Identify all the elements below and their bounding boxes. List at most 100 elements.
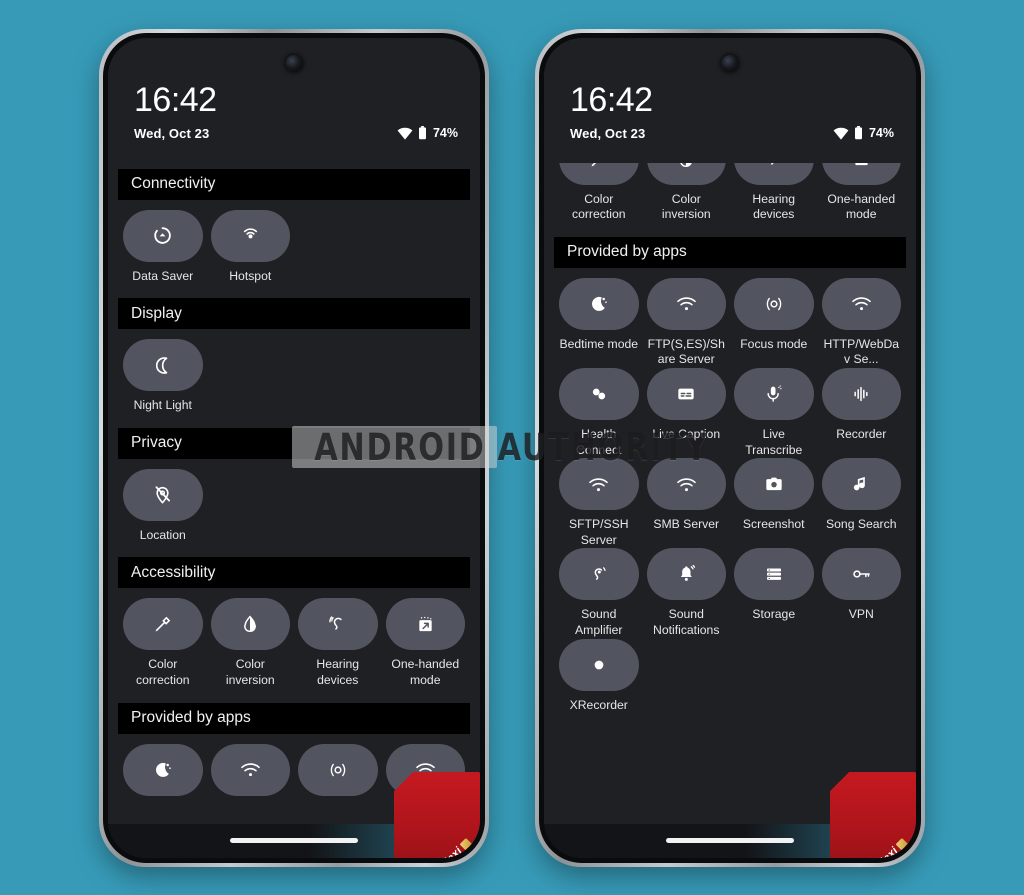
tile-empty bbox=[647, 639, 727, 714]
phone-left: 16:42 Wed, Oct 23 74% Connectivity Data … bbox=[99, 28, 489, 867]
home-indicator[interactable] bbox=[666, 838, 794, 843]
phones-stage: 16:42 Wed, Oct 23 74% Connectivity Data … bbox=[0, 0, 1024, 895]
tile-pill[interactable] bbox=[123, 209, 203, 262]
tile-live-transcribe[interactable]: Live Transcribe bbox=[734, 367, 814, 458]
tile-pill[interactable] bbox=[821, 367, 901, 420]
tile-pill[interactable] bbox=[385, 598, 465, 651]
tile-pill[interactable] bbox=[210, 598, 290, 651]
tile-pill[interactable] bbox=[123, 743, 203, 796]
tile-pill[interactable] bbox=[646, 277, 726, 330]
tile-sftp-ssh-server[interactable]: SFTP/SSH Server bbox=[559, 458, 639, 548]
tile-pill[interactable] bbox=[821, 277, 901, 330]
tile-pill[interactable] bbox=[298, 598, 378, 651]
tile-pill[interactable] bbox=[734, 367, 814, 420]
tile-ftp-share-server[interactable]: FTP(S,ES)/Share Server bbox=[646, 277, 726, 368]
tile-label: Recorder bbox=[836, 426, 887, 441]
contrast-droplet-icon bbox=[240, 614, 260, 634]
camera-icon bbox=[764, 474, 784, 494]
tile-pill[interactable] bbox=[821, 458, 901, 511]
tile-pill[interactable] bbox=[559, 548, 639, 601]
tile-pill[interactable] bbox=[559, 638, 639, 691]
tile-label: HTTP/WebDav Se... bbox=[823, 336, 900, 367]
eyedropper-icon bbox=[153, 614, 173, 634]
tile-vpn[interactable]: VPN bbox=[821, 548, 901, 638]
tile-pill[interactable] bbox=[646, 367, 726, 420]
tile-label: Location bbox=[139, 527, 186, 542]
tile-storage[interactable]: Storage bbox=[734, 548, 814, 638]
tile-color-inversion[interactable]: Color inversion bbox=[210, 598, 290, 688]
waveform-icon bbox=[851, 384, 871, 404]
tile-pill[interactable] bbox=[821, 162, 901, 185]
navigation-bar-left bbox=[108, 823, 480, 858]
tile-label: Color inversion bbox=[225, 657, 275, 687]
tile-sound-amplifier[interactable]: Sound Amplifier bbox=[559, 548, 639, 638]
tile-bedtime-mode[interactable]: Bedtime mode bbox=[559, 277, 639, 368]
tile-sound-notifications[interactable]: Sound Notifications bbox=[646, 548, 726, 638]
tile-live-caption[interactable]: Live Caption bbox=[646, 367, 726, 458]
tile-label: Song Search bbox=[826, 517, 897, 532]
tile-smb-server[interactable]: SMB Server bbox=[646, 458, 726, 548]
tile-pill[interactable] bbox=[210, 209, 290, 262]
tile-pill[interactable] bbox=[559, 162, 639, 185]
battery-percent: 74% bbox=[868, 126, 894, 140]
tile-label: One-handed mode bbox=[391, 657, 460, 687]
tile-label: Hotspot bbox=[229, 268, 272, 283]
tile-color-inversion[interactable]: Color inversion bbox=[646, 162, 726, 223]
tile-label: Bedtime mode bbox=[559, 336, 639, 351]
tile-pill[interactable] bbox=[646, 458, 726, 511]
tile-color-correction[interactable]: Color correction bbox=[123, 598, 203, 688]
tile-label: Storage bbox=[752, 607, 796, 622]
tile-location[interactable]: Location bbox=[123, 468, 203, 544]
tile-one-handed-mode[interactable]: One-handed mode bbox=[821, 162, 901, 223]
tile-one-handed-mode[interactable]: One-handed mode bbox=[385, 598, 465, 688]
wifi-icon bbox=[588, 476, 609, 493]
tile-focus-mode[interactable]: Focus mode bbox=[734, 277, 814, 368]
focus-icon bbox=[763, 295, 785, 313]
tile-color-correction[interactable]: Color correction bbox=[559, 162, 639, 223]
tile-http-webdav-server[interactable]: HTTP/WebDav Se... bbox=[821, 277, 901, 368]
tile-pill[interactable] bbox=[734, 162, 814, 185]
tile-pill[interactable] bbox=[646, 548, 726, 601]
tile-pill[interactable] bbox=[734, 548, 814, 601]
eyedropper-icon bbox=[589, 162, 609, 169]
tile-pill[interactable] bbox=[646, 162, 726, 185]
tile-song-search[interactable]: Song Search bbox=[821, 458, 901, 548]
tile-focus-mode[interactable] bbox=[298, 743, 378, 803]
tile-pill[interactable] bbox=[559, 367, 639, 420]
tile-label: VPN bbox=[848, 607, 874, 622]
section-header-display: Display bbox=[118, 298, 470, 330]
tile-screenshot[interactable]: Screenshot bbox=[734, 458, 814, 548]
tile-empty bbox=[386, 469, 466, 544]
tile-pill[interactable] bbox=[559, 277, 639, 330]
tile-hearing-devices[interactable]: Hearing devices bbox=[734, 162, 814, 223]
tile-bedtime-mode[interactable] bbox=[123, 743, 203, 803]
phone-right: 16:42 Wed, Oct 23 74% Color correction C… bbox=[535, 28, 925, 867]
tile-recorder[interactable]: Recorder bbox=[821, 367, 901, 458]
sound-amplifier-icon bbox=[589, 564, 609, 584]
tile-pill[interactable] bbox=[123, 468, 203, 521]
tile-hotspot[interactable]: Hotspot bbox=[210, 209, 290, 285]
tile-pill[interactable] bbox=[210, 743, 290, 796]
tile-hearing-devices[interactable]: Hearing devices bbox=[298, 598, 378, 688]
tile-data-saver[interactable]: Data Saver bbox=[123, 209, 203, 285]
tile-pill[interactable] bbox=[734, 458, 814, 511]
tile-pill[interactable] bbox=[821, 548, 901, 601]
tile-empty bbox=[386, 210, 466, 285]
tile-grid-accessibility-clipped: Color correction Color inversion Hearing… bbox=[554, 162, 906, 231]
tile-pill[interactable] bbox=[385, 743, 465, 796]
tile-night-light[interactable]: Night Light bbox=[123, 339, 203, 414]
wifi-icon bbox=[240, 761, 261, 778]
tile-pill[interactable] bbox=[123, 339, 203, 392]
tile-pill[interactable] bbox=[123, 598, 203, 651]
home-indicator[interactable] bbox=[230, 838, 358, 843]
tile-pill[interactable] bbox=[559, 458, 639, 511]
tile-label: Color correction bbox=[135, 657, 190, 687]
tile-label: Live Caption bbox=[652, 426, 721, 441]
phone-screen-left: 16:42 Wed, Oct 23 74% Connectivity Data … bbox=[108, 37, 480, 858]
tile-pill[interactable] bbox=[298, 743, 378, 796]
tile-ftp-share-server[interactable] bbox=[210, 743, 290, 803]
tile-pill[interactable] bbox=[734, 277, 814, 330]
tile-health-connect[interactable]: Health Connect bbox=[559, 367, 639, 458]
tile-xrecorder[interactable]: XRecorder bbox=[559, 638, 639, 714]
tile-http-webdav-server[interactable] bbox=[385, 743, 465, 803]
